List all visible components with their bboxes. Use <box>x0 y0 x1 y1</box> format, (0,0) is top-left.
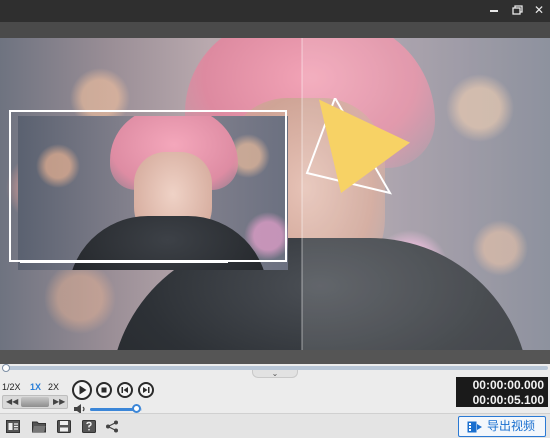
export-icon <box>467 421 482 433</box>
preview-top-border <box>0 22 550 38</box>
close-icon: ✕ <box>533 3 545 17</box>
bottom-toolbar: 导出视频 <box>0 413 550 438</box>
play-icon <box>79 385 87 395</box>
current-time: 00:00:00.000 <box>472 378 544 392</box>
rewind-icon[interactable]: ◀◀ <box>6 397 18 407</box>
speed-selector: 1/2X 1X 2X <box>2 380 66 394</box>
export-video-button[interactable]: 导出视频 <box>458 416 546 437</box>
volume-level <box>90 408 138 411</box>
close-button[interactable]: ✕ <box>531 2 547 18</box>
save-as-icon[interactable] <box>82 420 96 433</box>
open-folder-icon[interactable] <box>32 420 46 433</box>
collapse-panel-toggle[interactable]: ⌄ <box>252 370 298 378</box>
restore-button[interactable] <box>509 2 525 18</box>
white-frame-overlay <box>9 110 287 262</box>
playback-controls: ⌄ 1/2X 1X 2X ◀◀ ▶▶ 00:00:00.000 00:00:05… <box>0 364 550 438</box>
minimize-icon <box>490 10 498 12</box>
triangle-sticker[interactable] <box>305 98 415 198</box>
preview-bottom-border <box>0 350 550 364</box>
next-frame-icon <box>143 387 150 393</box>
play-button[interactable] <box>72 380 92 400</box>
minimize-button[interactable] <box>486 2 502 18</box>
title-bar: ✕ <box>0 0 550 22</box>
stop-button[interactable] <box>96 382 112 398</box>
video-preview[interactable] <box>0 22 550 364</box>
chevron-down-icon: ⌄ <box>271 369 279 378</box>
export-video-label: 导出视频 <box>487 419 536 433</box>
speed-slider[interactable]: ◀◀ ▶▶ <box>2 395 68 409</box>
time-display: 00:00:00.000 00:00:05.100 <box>456 377 548 407</box>
white-frame-underline <box>20 261 228 263</box>
timeline-handle[interactable] <box>2 364 10 372</box>
speed-option-1x[interactable]: 1X <box>30 380 41 394</box>
previous-frame-button[interactable] <box>117 382 133 398</box>
volume-handle[interactable] <box>131 404 141 413</box>
speed-option-2x[interactable]: 2X <box>48 380 59 394</box>
speed-option-half[interactable]: 1/2X <box>2 380 21 394</box>
previous-frame-icon <box>121 387 128 393</box>
stop-icon <box>101 387 107 393</box>
next-frame-button[interactable] <box>138 382 154 398</box>
total-duration: 00:00:05.100 <box>472 393 544 407</box>
save-icon[interactable] <box>57 420 71 433</box>
new-project-icon[interactable] <box>6 420 20 433</box>
share-icon[interactable] <box>105 420 119 433</box>
restore-icon <box>512 5 523 15</box>
speed-slider-thumb[interactable] <box>21 397 49 407</box>
preview-frame-image <box>0 38 550 350</box>
transition-split-line <box>301 38 303 350</box>
video-editor-window: ✕ ⌄ 1/2X 1X 2X ◀◀ ▶▶ 00:00:00.000 00:00:… <box>0 0 550 438</box>
fast-forward-icon[interactable]: ▶▶ <box>53 397 65 407</box>
